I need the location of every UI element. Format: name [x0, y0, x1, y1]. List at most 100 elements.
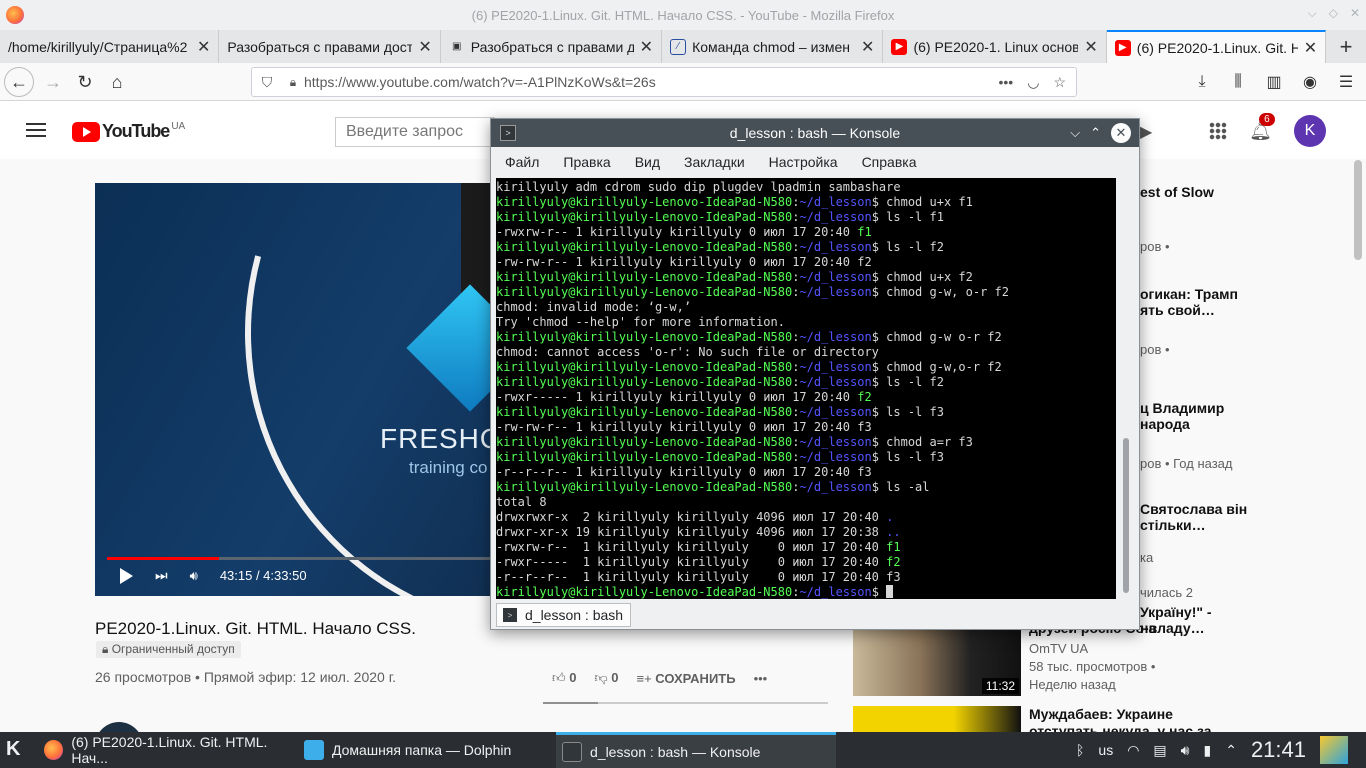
sidebar-icon[interactable]: ▥ [1260, 67, 1288, 97]
create-video-icon[interactable]: ▶︎ [1140, 122, 1152, 142]
pocket-icon[interactable]: ◡ [1027, 74, 1039, 91]
rec-title[interactable]: ц Владимир народа [1140, 400, 1260, 432]
keyboard-layout[interactable]: us [1098, 742, 1113, 758]
close-tab-icon[interactable]: ✕ [640, 37, 653, 57]
next-icon[interactable]: ⏭ [155, 567, 168, 584]
tab-youtube-linux[interactable]: ▶ (6) PE2020-1. Linux основ ✕ [883, 30, 1107, 63]
library-icon[interactable]: ⫼ [1224, 67, 1252, 97]
dislike-count: 0 [611, 670, 619, 685]
menu-bookmarks[interactable]: Закладки [684, 154, 745, 170]
menu-view[interactable]: Вид [635, 154, 660, 170]
task-konsole[interactable]: d_lesson : bash — Konsole [556, 732, 836, 768]
bluetooth-icon[interactable]: ᛒ [1076, 742, 1084, 758]
dislike-button[interactable]: 👎︎ 0 [594, 670, 618, 686]
scrollbar-thumb[interactable] [1123, 438, 1129, 593]
session-tab-label: d_lesson : bash [525, 607, 624, 623]
task-label: Домашняя папка — Dolphin [332, 742, 512, 758]
account-icon[interactable]: ◉ [1296, 67, 1324, 97]
reload-icon[interactable]: ↻ [70, 67, 100, 97]
close-tab-icon[interactable]: ✕ [418, 37, 431, 57]
minimize-icon[interactable]: ⌵ [1308, 6, 1317, 21]
menu-icon[interactable]: ☰ [1332, 67, 1360, 97]
rec-title[interactable]: Святослава він стільки… [1140, 501, 1260, 533]
apps-grid-icon[interactable] [1209, 122, 1228, 140]
new-tab-icon[interactable]: + [1326, 30, 1366, 63]
tab-youtube-active[interactable]: ▶ (6) PE2020-1.Linux. Git. HT ✕ [1106, 30, 1327, 63]
battery-icon[interactable]: ▮ [1203, 742, 1211, 759]
tab-local-file[interactable]: /home/kirillyuly/Страница%2 ✕ [0, 30, 220, 63]
close-tab-icon[interactable]: ✕ [1084, 37, 1097, 57]
play-icon[interactable] [120, 567, 133, 584]
page-scrollbar[interactable] [1354, 160, 1362, 260]
close-tab-icon[interactable]: ✕ [861, 37, 874, 57]
save-button[interactable]: ≡+ СОХРАНИТЬ [636, 671, 735, 686]
youtube-favicon-icon: ▶ [1114, 39, 1131, 56]
terminal-line: kirillyuly@kirillyuly-Lenovo-IdeaPad-N58… [496, 330, 1116, 345]
show-desktop-icon[interactable] [1320, 736, 1348, 764]
close-icon[interactable]: ✕ [1350, 6, 1360, 21]
youtube-logo[interactable]: YouTube UA [72, 121, 185, 142]
volume-icon[interactable]: 🔊︎ [190, 568, 198, 584]
command-text: ls -l f3 [886, 405, 944, 419]
task-dolphin[interactable]: Домашняя папка — Dolphin [298, 732, 548, 768]
kde-launcher-icon[interactable]: K [6, 738, 30, 762]
home-icon[interactable]: ⌂ [102, 67, 132, 97]
minimize-icon[interactable]: ⌵ [1070, 125, 1080, 141]
restricted-badge: 🔒︎ Ограниченный доступ [96, 641, 241, 658]
downloads-icon[interactable]: ⤓ [1188, 67, 1216, 97]
close-tab-icon[interactable]: ✕ [197, 37, 210, 57]
menu-edit[interactable]: Правка [563, 154, 610, 170]
menu-help[interactable]: Справка [862, 154, 917, 170]
prompt-user: kirillyuly@kirillyuly-Lenovo-IdeaPad-N58… [496, 330, 793, 344]
more-actions-icon[interactable]: ••• [754, 671, 768, 686]
tab-permissions-2[interactable]: ▣ Разобраться с правами д ✕ [441, 30, 663, 63]
tab-permissions-1[interactable]: Разобраться с правами дост ✕ [219, 30, 441, 63]
forward-icon[interactable]: → [38, 67, 68, 97]
prompt-dollar: $ [871, 210, 887, 224]
close-tab-icon[interactable]: ✕ [1304, 38, 1317, 58]
konsole-app-icon[interactable]: > [500, 125, 516, 141]
address-bar[interactable]: ⛉ 🔒︎ https://www.youtube.com/watch?v=-A1… [251, 67, 1077, 97]
menu-settings[interactable]: Настройка [769, 154, 838, 170]
video-controls: ⏭ 🔊︎ 43:15 / 4:33:50 [120, 567, 307, 584]
terminal-scrollbar[interactable] [1119, 178, 1133, 599]
video-progress-fill [107, 557, 220, 560]
url-text[interactable]: https://www.youtube.com/watch?v=-A1PlNzK… [304, 74, 999, 90]
lock-icon[interactable]: 🔒︎ [282, 75, 304, 90]
tab-chmod[interactable]: ⁄ Команда chmod – измен ✕ [662, 30, 884, 63]
command-text: chmod g-w, o-r f2 [886, 285, 1009, 299]
executable-filename: f1 [886, 540, 901, 554]
back-icon[interactable]: ← [4, 67, 34, 97]
clock[interactable]: 21:41 [1251, 737, 1306, 763]
prompt-dollar: $ [871, 480, 887, 494]
maximize-icon[interactable]: ⌃ [1090, 125, 1101, 141]
task-firefox[interactable]: (6) PE2020-1.Linux. Git. HTML. Нач... [38, 732, 300, 768]
search-input[interactable]: Введите запрос [335, 117, 495, 147]
rec-title[interactable]: огикан: Трамп ять свой… [1140, 286, 1260, 318]
account-avatar[interactable]: K [1294, 115, 1326, 147]
prompt-dollar: $ [871, 240, 887, 254]
like-ratio-bar [543, 702, 828, 704]
maximize-icon[interactable]: ◇ [1329, 6, 1338, 21]
tray-expand-icon[interactable]: ⌃ [1225, 742, 1237, 759]
prompt-dollar: $ [871, 360, 887, 374]
konsole-session-tab[interactable]: > d_lesson : bash [496, 603, 631, 627]
terminal-output[interactable]: kirillyuly adm cdrom sudo dip plugdev lp… [496, 178, 1116, 599]
tab-label: Команда chmod – измен [692, 38, 850, 55]
close-icon[interactable]: ✕ [1111, 123, 1131, 143]
menu-file[interactable]: Файл [505, 154, 539, 170]
bookmark-star-icon[interactable]: ☆ [1053, 74, 1066, 91]
network-icon[interactable]: ◠ [1127, 742, 1139, 759]
page-actions-icon[interactable]: ••• [999, 74, 1014, 91]
guide-menu-icon[interactable] [26, 123, 46, 137]
rec-title[interactable]: est of Slow [1140, 184, 1260, 200]
notifications-bell-icon[interactable]: 🔔︎ 6 [1249, 112, 1275, 142]
tracking-shield-icon[interactable]: ⛉ [252, 74, 282, 91]
like-button[interactable]: 👍︎ 0 [552, 670, 576, 686]
desktop: (6) PE2020-1.Linux. Git. HTML. Начало CS… [0, 0, 1366, 768]
recommended-video[interactable]: 11:32 [853, 628, 1023, 698]
clipboard-icon[interactable]: ▤ [1153, 742, 1166, 759]
volume-icon[interactable]: 🔊︎ [1181, 742, 1190, 759]
like-count: 0 [569, 670, 577, 685]
video-meta: 26 просмотров • Прямой эфир: 12 июл. 202… [95, 669, 397, 685]
